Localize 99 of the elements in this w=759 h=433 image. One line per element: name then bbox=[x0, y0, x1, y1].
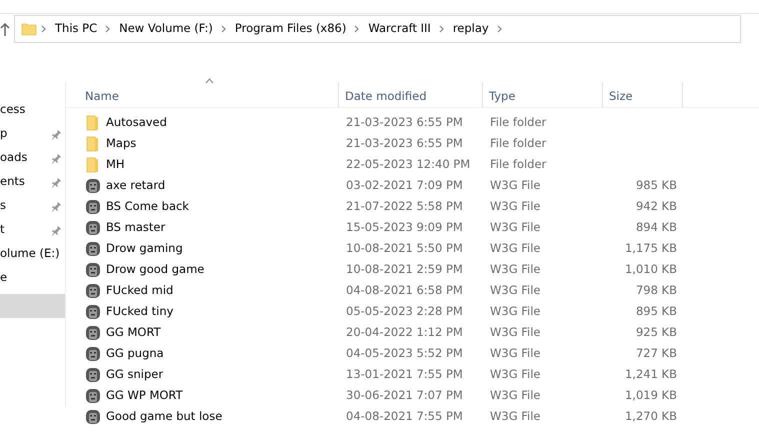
folder-icon bbox=[85, 156, 101, 172]
date-cell-text: 21-03-2023 6:55 PM bbox=[345, 114, 464, 131]
stone-face-icon bbox=[85, 240, 101, 256]
folder-icon bbox=[85, 114, 101, 130]
date-cell-text: 30-06-2021 7:07 PM bbox=[345, 386, 464, 404]
breadcrumb-link[interactable]: replay bbox=[448, 20, 493, 38]
chevron-icon[interactable] bbox=[438, 25, 445, 33]
stone-face-icon bbox=[85, 178, 101, 194]
nav-item[interactable]: cess bbox=[0, 101, 26, 119]
file-name[interactable]: BS Come back bbox=[106, 198, 189, 216]
nav-item[interactable]: olume (E:) bbox=[0, 245, 60, 263]
stone-face-icon bbox=[85, 304, 101, 320]
type-cell-text: W3G File bbox=[489, 240, 542, 257]
file-name[interactable]: GG pugna bbox=[106, 344, 164, 362]
date-cell-text: 21-07-2022 5:58 PM bbox=[345, 198, 464, 215]
folder-icon bbox=[21, 21, 37, 37]
type-cell-text: W3G File bbox=[489, 302, 542, 320]
file-name[interactable]: MH bbox=[106, 156, 125, 174]
date-cell-text: 04-08-2021 6:58 PM bbox=[345, 282, 464, 299]
file-name[interactable]: Drow good game bbox=[106, 260, 204, 278]
file-name[interactable]: Autosaved bbox=[106, 114, 167, 132]
type-cell-text: File folder bbox=[489, 114, 548, 131]
folder-icon bbox=[85, 136, 101, 152]
type-cell-text: File folder bbox=[489, 156, 548, 173]
type-cell-text: File folder bbox=[489, 134, 548, 152]
size-cell-text: 1,010 KB bbox=[624, 260, 678, 278]
size-cell-text: 727 KB bbox=[634, 344, 678, 362]
file-name[interactable]: FUcked mid bbox=[106, 282, 174, 300]
nav-item[interactable]: ents bbox=[0, 173, 25, 191]
type-cell-text: W3G File bbox=[489, 324, 542, 341]
stone-face-icon bbox=[85, 198, 101, 214]
file-name[interactable]: BS master bbox=[106, 218, 166, 236]
stone-face-icon bbox=[85, 262, 101, 278]
up-arrow-icon[interactable] bbox=[0, 22, 10, 36]
chevron-icon[interactable] bbox=[41, 25, 47, 33]
column-header[interactable]: Size bbox=[603, 82, 683, 107]
chevron-icon[interactable] bbox=[354, 25, 360, 33]
date-cell-text: 03-02-2021 7:09 PM bbox=[345, 176, 464, 194]
nav-item[interactable]: p bbox=[0, 125, 8, 143]
nav-item[interactable]: oads bbox=[0, 149, 28, 167]
date-cell-text: 04-08-2021 7:55 PM bbox=[345, 408, 464, 425]
file-name[interactable]: Good game but lose bbox=[106, 408, 222, 426]
stone-face-icon bbox=[85, 366, 101, 382]
stone-face-icon bbox=[85, 282, 101, 298]
address-bar[interactable]: This PC New Volume (F:) Program Files (x86) Warcraft III replay bbox=[14, 15, 741, 43]
type-cell-text: W3G File bbox=[489, 408, 542, 425]
nav-item[interactable]: e bbox=[0, 269, 8, 287]
type-cell-text: W3G File bbox=[489, 282, 542, 299]
file-name[interactable]: GG sniper bbox=[106, 366, 164, 384]
file-name[interactable]: GG WP MORT bbox=[106, 386, 183, 404]
type-cell-text: W3G File bbox=[489, 386, 542, 404]
file-name[interactable]: axe retard bbox=[106, 176, 166, 194]
stone-face-icon bbox=[85, 346, 101, 362]
file-name[interactable]: Maps bbox=[106, 134, 136, 152]
type-cell-text: W3G File bbox=[489, 366, 542, 383]
column-header[interactable]: Name bbox=[66, 82, 339, 107]
size-cell-text: 1,241 KB bbox=[624, 366, 678, 383]
column-header[interactable]: Date modified bbox=[339, 82, 483, 107]
size-cell-text: 925 KB bbox=[634, 324, 678, 341]
size-cell-text: 894 KB bbox=[634, 218, 678, 236]
sort-caret-icon[interactable] bbox=[205, 78, 214, 84]
size-cell-text: 985 KB bbox=[634, 176, 678, 194]
date-cell-text: 22-05-2023 12:40 PM bbox=[345, 156, 472, 173]
type-cell-text: W3G File bbox=[489, 176, 542, 194]
file-name[interactable]: FUcked tiny bbox=[106, 302, 174, 320]
size-cell-text: 1,270 KB bbox=[624, 408, 678, 425]
date-cell-text: 04-05-2023 5:52 PM bbox=[345, 344, 464, 362]
chevron-icon[interactable] bbox=[496, 25, 503, 33]
nav-item[interactable]: t bbox=[0, 221, 5, 239]
stone-face-icon bbox=[85, 388, 101, 404]
breadcrumb-link[interactable]: This PC bbox=[51, 20, 102, 38]
column-header[interactable]: Type bbox=[483, 82, 603, 107]
type-cell-text: W3G File bbox=[489, 344, 542, 362]
date-cell-text: 10-08-2021 5:50 PM bbox=[345, 240, 464, 257]
stone-face-icon bbox=[85, 408, 101, 424]
stone-face-icon bbox=[85, 324, 101, 340]
stone-face-icon bbox=[85, 220, 101, 236]
file-name[interactable]: Drow gaming bbox=[106, 240, 183, 258]
type-cell-text: W3G File bbox=[489, 260, 542, 278]
size-cell-text: 798 KB bbox=[634, 282, 678, 299]
chevron-icon[interactable] bbox=[220, 25, 227, 33]
breadcrumb-link[interactable]: New Volume (F:) bbox=[115, 20, 217, 38]
type-cell-text: W3G File bbox=[489, 198, 542, 215]
size-cell-text: 942 KB bbox=[634, 198, 678, 215]
type-cell-text: W3G File bbox=[489, 218, 542, 236]
nav-item[interactable]: s bbox=[0, 197, 6, 215]
date-cell-text: 10-08-2021 2:59 PM bbox=[345, 260, 464, 278]
date-cell-text: 21-03-2023 6:55 PM bbox=[345, 134, 464, 152]
breadcrumb-link[interactable]: Warcraft III bbox=[364, 20, 435, 38]
date-cell-text: 20-04-2022 1:12 PM bbox=[345, 324, 464, 341]
file-name[interactable]: GG MORT bbox=[106, 324, 161, 342]
chevron-icon[interactable] bbox=[105, 25, 112, 33]
date-cell-text: 13-01-2021 7:55 PM bbox=[345, 366, 464, 383]
date-cell-text: 15-05-2023 9:09 PM bbox=[345, 218, 464, 236]
date-cell-text: 05-05-2023 2:28 PM bbox=[345, 302, 464, 320]
size-cell-text: 1,175 KB bbox=[624, 240, 678, 257]
size-cell-text: 1,019 KB bbox=[624, 386, 678, 404]
breadcrumb-link[interactable]: Program Files (x86) bbox=[230, 20, 350, 38]
size-cell-text: 895 KB bbox=[634, 302, 678, 320]
